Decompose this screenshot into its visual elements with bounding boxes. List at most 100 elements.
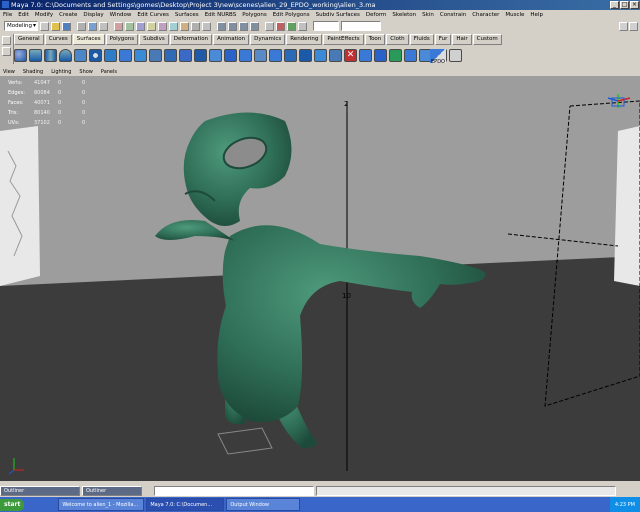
tab-fur[interactable]: Fur [434, 34, 452, 45]
pick-curves-icon[interactable] [147, 21, 156, 31]
nurbs-cube-icon[interactable] [29, 48, 42, 62]
input-mode-field[interactable] [313, 21, 339, 31]
pick-deformations-icon[interactable] [169, 21, 178, 31]
panel-menu-shading[interactable]: Shading [20, 68, 46, 76]
pick-rendering-icon[interactable] [191, 21, 200, 31]
panel-menu-view[interactable]: View [0, 68, 18, 76]
detach-icon[interactable] [314, 48, 327, 62]
minimize-button[interactable]: _ [610, 1, 619, 9]
maximize-button[interactable]: □ [620, 1, 629, 9]
extrude-icon[interactable] [164, 48, 177, 62]
bevel-icon[interactable] [224, 48, 237, 62]
reverse-icon[interactable] [374, 48, 387, 62]
fillet-icon[interactable] [389, 48, 402, 62]
tab-painteffects[interactable]: PaintEffects [323, 34, 364, 45]
channel-box-toggle-icon[interactable] [619, 21, 628, 31]
command-line-field[interactable] [154, 485, 314, 496]
snap-point-icon[interactable] [239, 21, 248, 31]
quick-input-field[interactable] [341, 21, 381, 31]
menu-polygons[interactable]: Polygons [239, 12, 269, 18]
menu-edit-nurbs[interactable]: Edit NURBS [202, 12, 240, 18]
pick-dynamics-icon[interactable] [180, 21, 189, 31]
pick-handles-icon[interactable] [125, 21, 134, 31]
tab-curves[interactable]: Curves [44, 34, 72, 45]
loft-icon[interactable] [134, 48, 147, 62]
revolve-icon[interactable] [119, 48, 132, 62]
close-button[interactable]: × [630, 1, 639, 9]
select-object-icon[interactable] [88, 21, 97, 31]
pick-joints-icon[interactable] [136, 21, 145, 31]
menu-help[interactable]: Help [527, 12, 546, 18]
nurbs-torus-icon[interactable] [89, 48, 102, 62]
menu-skeleton[interactable]: Skeleton [389, 12, 419, 18]
menu-edit[interactable]: Edit [15, 12, 32, 18]
snap-curve-icon[interactable] [228, 21, 237, 31]
mode-selector[interactable]: Modeling [4, 21, 38, 31]
epdo-shelf-button[interactable]: EPDO [430, 49, 446, 65]
minimized-outliner-1[interactable]: Outliner [0, 485, 80, 496]
menu-create[interactable]: Create [56, 12, 80, 18]
nurbs-cylinder-icon[interactable] [44, 48, 57, 62]
task-output-window[interactable]: Output Window [226, 498, 301, 511]
tab-hair[interactable]: Hair [452, 34, 472, 45]
new-scene-icon[interactable] [40, 21, 49, 31]
task-browser[interactable]: Welcome to alien_1 - Mozilla... [58, 498, 145, 511]
perspective-viewport[interactable]: 2 10 Verts: 41047 0 0 Edges: 80084 0 0 Faces: 4… [0, 76, 640, 481]
select-hierarchy-icon[interactable] [77, 21, 86, 31]
menu-character[interactable]: Character [469, 12, 502, 18]
intersect-icon[interactable] [254, 48, 267, 62]
menu-edit-polygons[interactable]: Edit Polygons [270, 12, 313, 18]
rebuild-icon[interactable] [359, 48, 372, 62]
tab-dynamics[interactable]: Dynamics [250, 34, 286, 45]
tab-fluids[interactable]: Fluids [409, 34, 434, 45]
menu-surfaces[interactable]: Surfaces [172, 12, 202, 18]
snap-plane-icon[interactable] [250, 21, 259, 31]
tab-animation[interactable]: Animation [213, 34, 250, 45]
tab-general[interactable]: General [14, 34, 44, 45]
attach-icon[interactable] [299, 48, 312, 62]
align-icon[interactable] [329, 48, 342, 62]
pick-mask-icon[interactable] [114, 21, 123, 31]
menu-constrain[interactable]: Constrain [437, 12, 469, 18]
menu-skin[interactable]: Skin [419, 12, 437, 18]
nurbs-cone-icon[interactable] [59, 48, 72, 62]
boundary-icon[interactable] [194, 48, 207, 62]
menu-display[interactable]: Display [80, 12, 106, 18]
render-globals-icon[interactable] [298, 21, 307, 31]
menu-modify[interactable]: Modify [32, 12, 56, 18]
pick-surfaces-icon[interactable] [158, 21, 167, 31]
panel-menu-lighting[interactable]: Lighting [48, 68, 74, 76]
delete-history-icon[interactable]: ✕ [344, 48, 357, 62]
menu-deform[interactable]: Deform [363, 12, 389, 18]
open-scene-icon[interactable] [51, 21, 60, 31]
minimized-outliner-2[interactable]: Outliner [82, 485, 142, 496]
menu-muscle[interactable]: Muscle [502, 12, 527, 18]
surface-editing-icon[interactable] [449, 48, 462, 62]
shelf-tab-menu-icon[interactable] [2, 36, 11, 45]
start-button[interactable]: start [0, 498, 25, 511]
tab-surfaces[interactable]: Surfaces [72, 34, 105, 45]
tab-rendering[interactable]: Rendering [286, 34, 323, 45]
tab-subdivs[interactable]: Subdivs [139, 34, 169, 45]
tab-polygons[interactable]: Polygons [105, 34, 139, 45]
planar-icon[interactable] [149, 48, 162, 62]
untrim-icon[interactable] [284, 48, 297, 62]
panel-menu-show[interactable]: Show [76, 68, 96, 76]
ipr-render-icon[interactable] [287, 21, 296, 31]
menu-edit-curves[interactable]: Edit Curves [134, 12, 172, 18]
tab-custom[interactable]: Custom [472, 34, 502, 45]
render-icon[interactable] [276, 21, 285, 31]
menu-file[interactable]: File [0, 12, 15, 18]
tab-cloth[interactable]: Cloth [386, 34, 409, 45]
save-scene-icon[interactable] [62, 21, 71, 31]
tab-toon[interactable]: Toon [364, 34, 386, 45]
history-icon[interactable] [265, 21, 274, 31]
trim-tool-icon[interactable] [269, 48, 282, 62]
task-maya[interactable]: Maya 7.0: C:\Documen... [146, 498, 225, 511]
tab-deformation[interactable]: Deformation [169, 34, 213, 45]
birail-icon[interactable] [179, 48, 192, 62]
stitch-icon[interactable] [404, 48, 417, 62]
nurbs-circle-icon[interactable] [104, 48, 117, 62]
menu-window[interactable]: Window [107, 12, 135, 18]
attribute-editor-toggle-icon[interactable] [629, 21, 638, 31]
